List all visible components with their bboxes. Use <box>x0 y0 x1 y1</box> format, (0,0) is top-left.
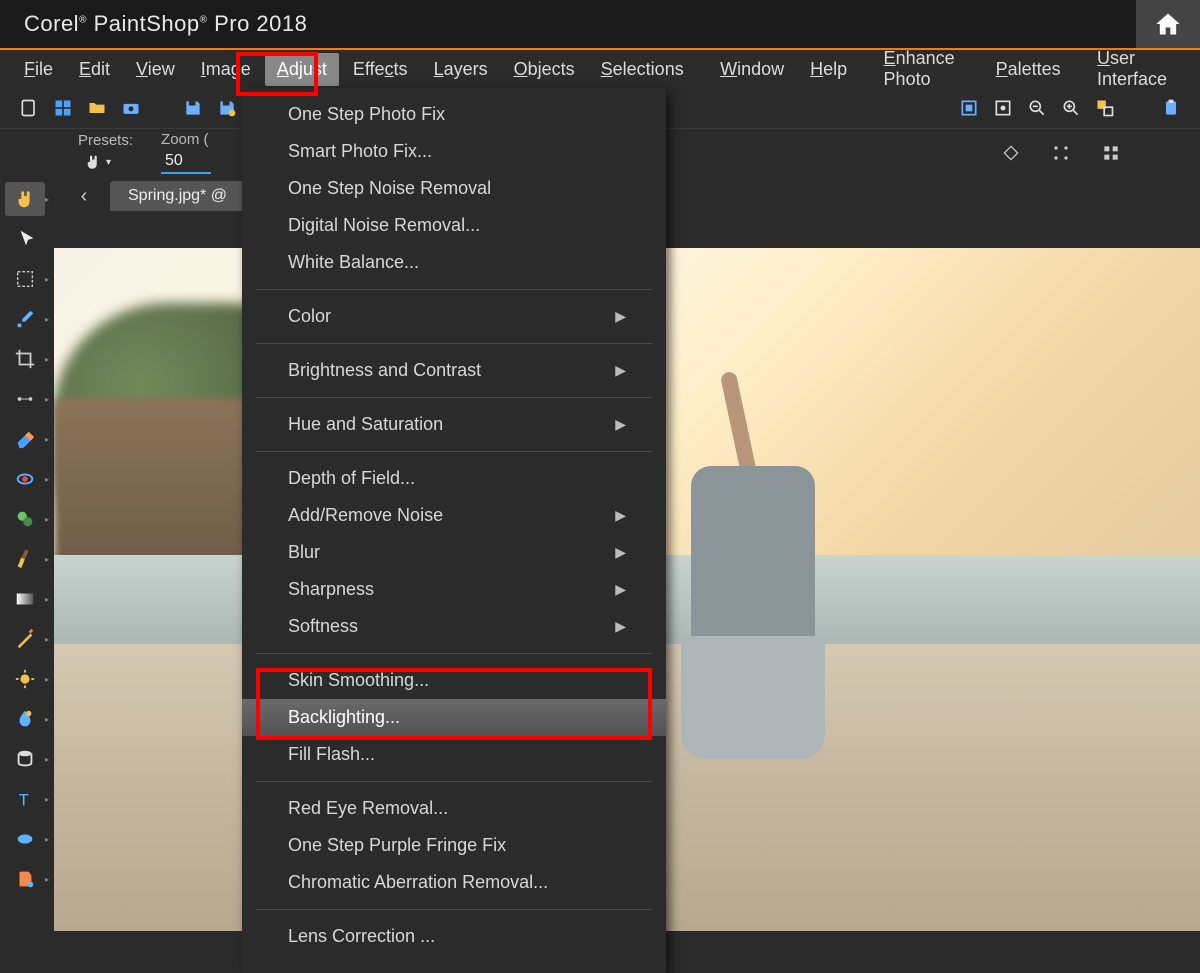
dd-separator <box>256 289 652 290</box>
submenu-arrow-icon: ▶ <box>615 581 626 598</box>
crop-tool[interactable] <box>5 342 45 376</box>
submenu-arrow-icon: ▶ <box>615 618 626 635</box>
dd-depth-of-field[interactable]: Depth of Field... <box>242 460 666 497</box>
dd-separator <box>256 451 652 452</box>
zoom-out-icon[interactable] <box>1026 97 1048 119</box>
menu-effects[interactable]: Effects <box>341 53 420 86</box>
dd-one-step-photo-fix[interactable]: One Step Photo Fix <box>242 96 666 133</box>
menu-enhance-photo[interactable]: Enhance Photo <box>872 42 982 96</box>
dd-hue-saturation[interactable]: Hue and Saturation▶ <box>242 406 666 443</box>
submenu-arrow-icon: ▶ <box>615 362 626 379</box>
dd-red-eye-removal[interactable]: Red Eye Removal... <box>242 790 666 827</box>
lighten-tool[interactable] <box>5 662 45 696</box>
dd-separator <box>256 781 652 782</box>
submenu-arrow-icon: ▶ <box>615 308 626 325</box>
submenu-arrow-icon: ▶ <box>615 416 626 433</box>
left-toolstrip: ▸ ▸ ▸ ▸ ▸ ▸ ▸ ▸ ▸ ▸ ▸ ▸ ▸ ▸ T▸ ▸ ▸ <box>0 176 54 931</box>
submenu-arrow-icon: ▶ <box>615 544 626 561</box>
menu-view[interactable]: View <box>124 53 187 86</box>
titlebar: Corel® PaintShop® Pro 2018 <box>0 0 1200 48</box>
menu-image[interactable]: Image <box>189 53 263 86</box>
tab-nav-left[interactable]: ‹ <box>70 182 98 210</box>
open-folder-icon[interactable] <box>86 97 108 119</box>
presets-label: Presets: <box>78 132 133 149</box>
pen-tool[interactable] <box>5 622 45 656</box>
menu-user-interface[interactable]: User Interface <box>1085 42 1188 96</box>
camera-icon[interactable] <box>120 97 142 119</box>
home-button[interactable] <box>1136 0 1200 48</box>
pointer-tool[interactable] <box>7 222 47 256</box>
color-replacer-tool[interactable] <box>5 702 45 736</box>
dd-one-step-noise-removal[interactable]: One Step Noise Removal <box>242 170 666 207</box>
new-file-icon[interactable] <box>18 97 40 119</box>
menu-selections[interactable]: Selections <box>589 53 696 86</box>
menu-layers[interactable]: Layers <box>422 53 500 86</box>
zoom-input[interactable] <box>161 150 211 174</box>
option-icon-3[interactable] <box>1100 142 1122 164</box>
app-title: Corel® PaintShop® Pro 2018 <box>24 11 307 37</box>
dd-separator <box>256 909 652 910</box>
presets-dropdown[interactable]: ▾ <box>78 151 133 173</box>
eraser-tool[interactable] <box>5 422 45 456</box>
dd-backlighting[interactable]: Backlighting... <box>242 699 666 736</box>
menu-file[interactable]: File <box>12 53 65 86</box>
dd-softness[interactable]: Softness▶ <box>242 608 666 645</box>
paintbrush-tool[interactable] <box>5 542 45 576</box>
home-icon <box>1154 10 1182 38</box>
dd-separator <box>256 343 652 344</box>
zoom-label: Zoom ( <box>161 131 211 148</box>
clipboard-icon[interactable] <box>1160 97 1182 119</box>
flood-fill-tool[interactable] <box>5 862 45 896</box>
menu-objects[interactable]: Objects <box>502 53 587 86</box>
dd-separator <box>256 653 652 654</box>
menu-window[interactable]: Window <box>708 53 796 86</box>
menu-palettes[interactable]: Palettes <box>984 53 1073 86</box>
dd-color[interactable]: Color▶ <box>242 298 666 335</box>
straighten-tool[interactable] <box>5 382 45 416</box>
option-icon-2[interactable] <box>1050 142 1072 164</box>
dd-brightness-contrast[interactable]: Brightness and Contrast▶ <box>242 352 666 389</box>
dd-white-balance[interactable]: White Balance... <box>242 244 666 281</box>
gradient-tool[interactable] <box>5 582 45 616</box>
menu-edit[interactable]: Edit <box>67 53 122 86</box>
resize-icon[interactable] <box>1094 97 1116 119</box>
clone-tool[interactable] <box>5 502 45 536</box>
shape-tool[interactable] <box>5 822 45 856</box>
dd-add-remove-noise[interactable]: Add/Remove Noise▶ <box>242 497 666 534</box>
dd-sharpness[interactable]: Sharpness▶ <box>242 571 666 608</box>
menu-adjust[interactable]: Adjust <box>265 53 339 86</box>
fit-window-icon[interactable] <box>958 97 980 119</box>
adjust-dropdown: One Step Photo Fix Smart Photo Fix... On… <box>242 88 666 973</box>
zoom-in-icon[interactable] <box>1060 97 1082 119</box>
dd-lens-correction[interactable]: Lens Correction ... <box>242 918 666 955</box>
option-icon-1[interactable] <box>1000 142 1022 164</box>
dd-one-step-purple-fringe[interactable]: One Step Purple Fringe Fix <box>242 827 666 864</box>
hand-icon <box>84 153 102 171</box>
svg-text:T: T <box>19 791 29 809</box>
dropper-tool[interactable] <box>5 302 45 336</box>
photo-figure <box>650 371 856 863</box>
pan-tool[interactable] <box>5 182 45 216</box>
menubar: File Edit View Image Adjust Effects Laye… <box>0 50 1200 88</box>
dd-skin-smoothing[interactable]: Skin Smoothing... <box>242 662 666 699</box>
submenu-arrow-icon: ▶ <box>615 507 626 524</box>
picture-tube-tool[interactable] <box>5 742 45 776</box>
grid-icon[interactable] <box>52 97 74 119</box>
dd-chromatic-aberration[interactable]: Chromatic Aberration Removal... <box>242 864 666 901</box>
dd-blur[interactable]: Blur▶ <box>242 534 666 571</box>
menu-help[interactable]: Help <box>798 53 859 86</box>
red-eye-tool[interactable] <box>5 462 45 496</box>
text-tool[interactable]: T <box>5 782 45 816</box>
dd-smart-photo-fix[interactable]: Smart Photo Fix... <box>242 133 666 170</box>
save-as-icon[interactable] <box>216 97 238 119</box>
save-icon[interactable] <box>182 97 204 119</box>
selection-tool[interactable] <box>5 262 45 296</box>
actual-size-icon[interactable] <box>992 97 1014 119</box>
dd-digital-noise-removal[interactable]: Digital Noise Removal... <box>242 207 666 244</box>
dd-fill-flash[interactable]: Fill Flash... <box>242 736 666 773</box>
document-tab[interactable]: Spring.jpg* @ <box>110 181 245 211</box>
dd-separator <box>256 397 652 398</box>
